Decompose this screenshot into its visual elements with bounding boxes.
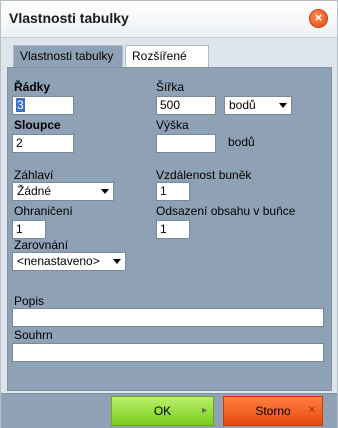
header-label: Záhlaví bbox=[14, 168, 54, 182]
chevron-down-icon bbox=[279, 103, 287, 108]
width-unit-select[interactable]: bodů bbox=[224, 96, 292, 115]
caption-label: Popis bbox=[14, 294, 45, 308]
height-label: Výška bbox=[156, 118, 189, 132]
cell-padding-input[interactable]: 1 bbox=[156, 220, 190, 239]
dialog-titlebar[interactable]: Vlastnosti tabulky × bbox=[1, 1, 337, 38]
ok-button[interactable]: OK ▸ bbox=[111, 396, 214, 426]
width-label: Šířka bbox=[156, 80, 185, 94]
cancel-button[interactable]: Storno ✕ bbox=[223, 396, 323, 426]
header-select[interactable]: Žádné bbox=[12, 182, 114, 201]
summary-label: Souhrn bbox=[14, 328, 53, 342]
tab-table-properties[interactable]: Vlastnosti tabulky bbox=[13, 45, 123, 67]
dialog-footer: OK ▸ Storno ✕ bbox=[1, 393, 337, 428]
chevron-down-icon bbox=[113, 259, 121, 264]
alignment-select[interactable]: <nenastaveno> bbox=[12, 252, 126, 271]
rows-value: 3 bbox=[16, 98, 25, 112]
width-unit-value: bodů bbox=[229, 98, 256, 112]
rows-label: Řádky bbox=[14, 80, 51, 94]
dialog-title: Vlastnosti tabulky bbox=[9, 10, 129, 26]
tab-advanced[interactable]: Rozšířené bbox=[125, 45, 209, 67]
close-small-icon: ✕ bbox=[307, 405, 316, 416]
width-input[interactable]: 500 bbox=[156, 96, 216, 115]
columns-input[interactable]: 2 bbox=[12, 134, 74, 153]
cell-spacing-input[interactable]: 1 bbox=[156, 182, 190, 201]
close-icon[interactable]: × bbox=[309, 9, 328, 28]
cell-padding-label: Odsazení obsahu v buňce bbox=[156, 204, 296, 218]
caption-input[interactable] bbox=[12, 308, 324, 327]
ok-button-label: OK bbox=[153, 404, 172, 418]
cell-spacing-label: Vzdálenost buněk bbox=[156, 168, 252, 182]
height-input[interactable] bbox=[156, 134, 216, 153]
border-input[interactable]: 1 bbox=[12, 220, 46, 239]
cancel-button-label: Storno bbox=[255, 404, 291, 418]
columns-label: Sloupce bbox=[14, 118, 61, 132]
height-unit-label: bodů bbox=[228, 135, 255, 149]
table-properties-dialog: Vlastnosti tabulky × Vlastnosti tabulky … bbox=[0, 0, 338, 428]
summary-input[interactable] bbox=[12, 343, 324, 362]
arrow-right-icon: ▸ bbox=[201, 405, 207, 416]
chevron-down-icon bbox=[101, 189, 109, 194]
table-properties-panel: Řádky 3 Sloupce 2 Šířka 500 bodů Výška b… bbox=[7, 67, 332, 391]
border-label: Ohraničení bbox=[14, 204, 73, 218]
alignment-label: Zarovnání bbox=[14, 238, 69, 252]
rows-input[interactable]: 3 bbox=[12, 96, 74, 115]
alignment-select-value: <nenastaveno> bbox=[17, 254, 100, 268]
header-select-value: Žádné bbox=[17, 184, 52, 198]
